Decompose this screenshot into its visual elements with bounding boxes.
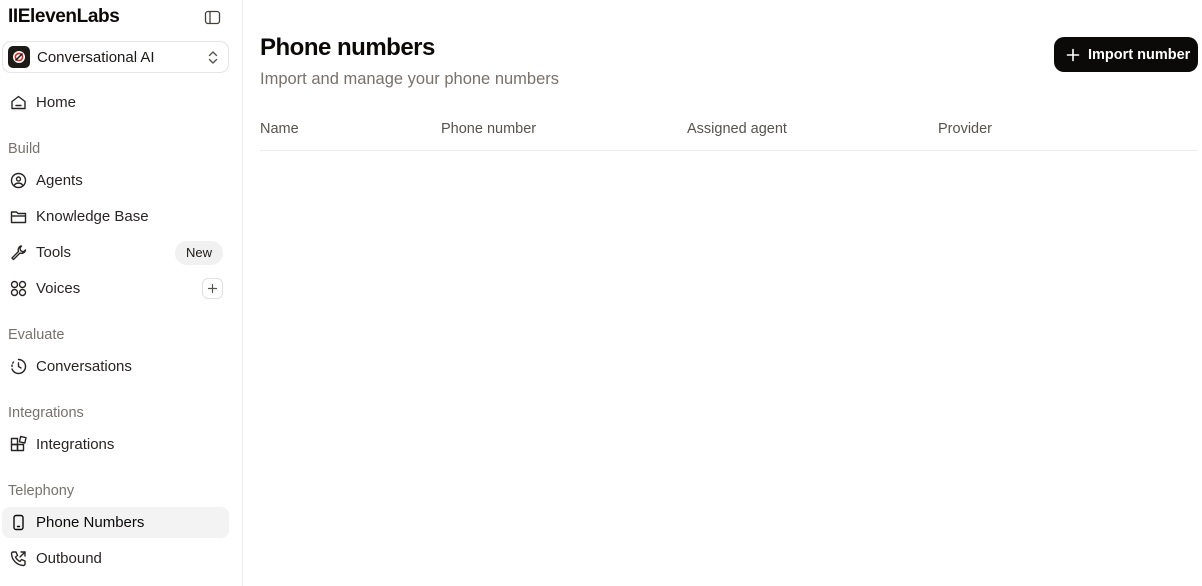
import-number-label: Import number — [1088, 46, 1191, 63]
sidebar-item-label: Agents — [36, 172, 83, 189]
sidebar-item-conversations[interactable]: Conversations — [2, 351, 229, 382]
import-number-button[interactable]: Import number — [1054, 37, 1198, 72]
sidebar: IIElevenLabs Conversational AI Home Buil… — [0, 0, 243, 586]
sidebar-toggle-icon[interactable] — [204, 9, 221, 26]
section-label-telephony: Telephony — [8, 483, 75, 499]
sidebar-item-home[interactable]: Home — [2, 87, 229, 118]
column-header-phone-number[interactable]: Phone number — [441, 121, 536, 137]
wrench-icon — [11, 245, 27, 261]
column-header-name[interactable]: Name — [260, 121, 299, 137]
phone-numbers-table-header: Name Phone number Assigned agent Provide… — [260, 110, 1198, 151]
sidebar-item-integrations[interactable]: Integrations — [2, 429, 229, 460]
sidebar-item-label: Knowledge Base — [36, 208, 149, 225]
sidebar-item-phone-numbers[interactable]: Phone Numbers — [2, 507, 229, 538]
section-label-integrations: Integrations — [8, 405, 84, 421]
new-badge: New — [174, 241, 223, 265]
sidebar-item-label: Outbound — [36, 550, 102, 567]
workspace-logo-icon — [8, 46, 30, 68]
add-voice-button[interactable] — [202, 278, 223, 299]
sidebar-item-label: Integrations — [36, 436, 115, 453]
history-icon — [11, 358, 27, 375]
sidebar-item-agents[interactable]: Agents — [2, 165, 229, 196]
phone-outgoing-icon — [10, 551, 26, 567]
column-header-assigned-agent[interactable]: Assigned agent — [687, 121, 787, 137]
sidebar-item-voices[interactable]: Voices — [2, 273, 229, 304]
section-label-build: Build — [8, 141, 41, 157]
app-logo[interactable]: IIElevenLabs — [8, 6, 120, 28]
main-content: Phone numbers Import and manage your pho… — [244, 0, 1202, 586]
sidebar-item-tools[interactable]: Tools New — [2, 237, 229, 268]
column-header-provider[interactable]: Provider — [938, 121, 992, 137]
plus-icon — [1066, 48, 1080, 61]
page-title: Phone numbers — [260, 34, 435, 61]
home-icon — [11, 95, 26, 110]
sidebar-item-label: Tools — [36, 244, 72, 261]
section-label-evaluate: Evaluate — [8, 327, 65, 343]
sidebar-item-outbound[interactable]: Outbound — [2, 543, 229, 574]
integrations-blocks-icon — [10, 435, 27, 452]
chevron-up-down-icon — [208, 51, 218, 64]
workspace-selector[interactable]: Conversational AI — [2, 41, 229, 73]
sidebar-item-knowledge-base[interactable]: Knowledge Base — [2, 201, 229, 232]
page-subtitle: Import and manage your phone numbers — [260, 70, 560, 88]
sidebar-item-label: Home — [36, 94, 77, 111]
sidebar-item-label: Voices — [36, 280, 81, 297]
agent-face-icon — [10, 172, 27, 189]
workspace-label: Conversational AI — [37, 48, 155, 66]
folder-icon — [10, 211, 27, 224]
sidebar-item-label: Conversations — [36, 358, 132, 375]
sidebar-item-label: Phone Numbers — [36, 514, 145, 531]
plus-icon — [207, 283, 218, 294]
mobile-phone-icon — [13, 514, 24, 531]
voices-grid-icon — [10, 280, 27, 297]
